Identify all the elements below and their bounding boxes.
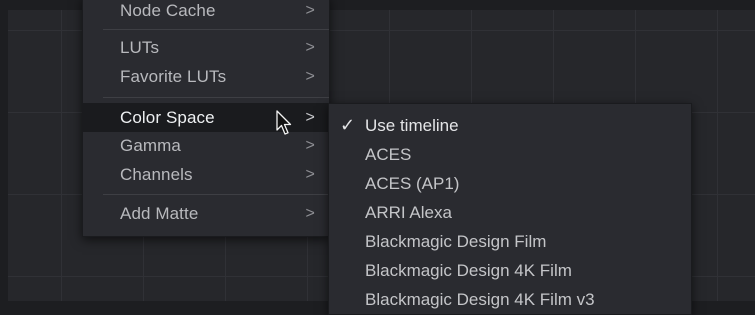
menu-item-add-matte[interactable]: Add Matte > bbox=[83, 200, 329, 228]
submenu-item-aces[interactable]: ACES bbox=[329, 140, 691, 169]
chevron-right-icon: > bbox=[305, 2, 315, 19]
submenu-item-label: ACES (AP1) bbox=[365, 173, 460, 193]
menu-item-luts[interactable]: LUTs > bbox=[83, 34, 329, 62]
menu-separator bbox=[103, 194, 329, 195]
chevron-right-icon: > bbox=[305, 39, 315, 56]
menu-separator bbox=[103, 29, 329, 30]
submenu-item-use-timeline[interactable]: ✓ Use timeline bbox=[329, 111, 691, 140]
chevron-right-icon: > bbox=[305, 137, 315, 154]
chevron-right-icon: > bbox=[305, 166, 315, 183]
menu-item-node-cache[interactable]: Node Cache > bbox=[83, 0, 329, 25]
submenu-item-label: ARRI Alexa bbox=[365, 202, 452, 222]
submenu-item-aces-ap1[interactable]: ACES (AP1) bbox=[329, 169, 691, 198]
menu-item-label: Node Cache bbox=[120, 1, 216, 20]
menu-separator bbox=[103, 97, 329, 98]
menu-item-label: Color Space bbox=[120, 107, 215, 127]
chevron-right-icon: > bbox=[305, 108, 315, 126]
submenu-item-bmd-4k-film[interactable]: Blackmagic Design 4K Film bbox=[329, 256, 691, 285]
submenu-item-label: Blackmagic Design 4K Film v3 bbox=[365, 289, 595, 309]
chevron-right-icon: > bbox=[305, 205, 315, 222]
menu-item-label: Add Matte bbox=[120, 204, 199, 223]
submenu-item-arri-alexa[interactable]: ARRI Alexa bbox=[329, 198, 691, 227]
color-space-submenu: ✓ Use timeline ACES ACES (AP1) ARRI Alex… bbox=[328, 103, 692, 315]
checkmark-icon: ✓ bbox=[340, 115, 356, 135]
submenu-item-label: Blackmagic Design Film bbox=[365, 231, 547, 251]
menu-item-label: Channels bbox=[120, 165, 193, 184]
submenu-item-bmd-4k-film-v3[interactable]: Blackmagic Design 4K Film v3 bbox=[329, 285, 691, 314]
submenu-item-bmd-film[interactable]: Blackmagic Design Film bbox=[329, 227, 691, 256]
submenu-item-label: Blackmagic Design 4K Film bbox=[365, 260, 572, 280]
menu-item-label: LUTs bbox=[120, 38, 160, 57]
menu-item-favorite-luts[interactable]: Favorite LUTs > bbox=[83, 63, 329, 91]
menu-item-label: Favorite LUTs bbox=[120, 67, 227, 86]
submenu-item-label: ACES bbox=[365, 144, 412, 164]
menu-item-label: Gamma bbox=[120, 136, 181, 155]
menu-item-gamma[interactable]: Gamma > bbox=[83, 132, 329, 160]
chevron-right-icon: > bbox=[305, 68, 315, 85]
mouse-pointer-icon bbox=[276, 110, 292, 135]
menu-item-channels[interactable]: Channels > bbox=[83, 161, 329, 189]
submenu-item-label: Use timeline bbox=[365, 115, 459, 135]
